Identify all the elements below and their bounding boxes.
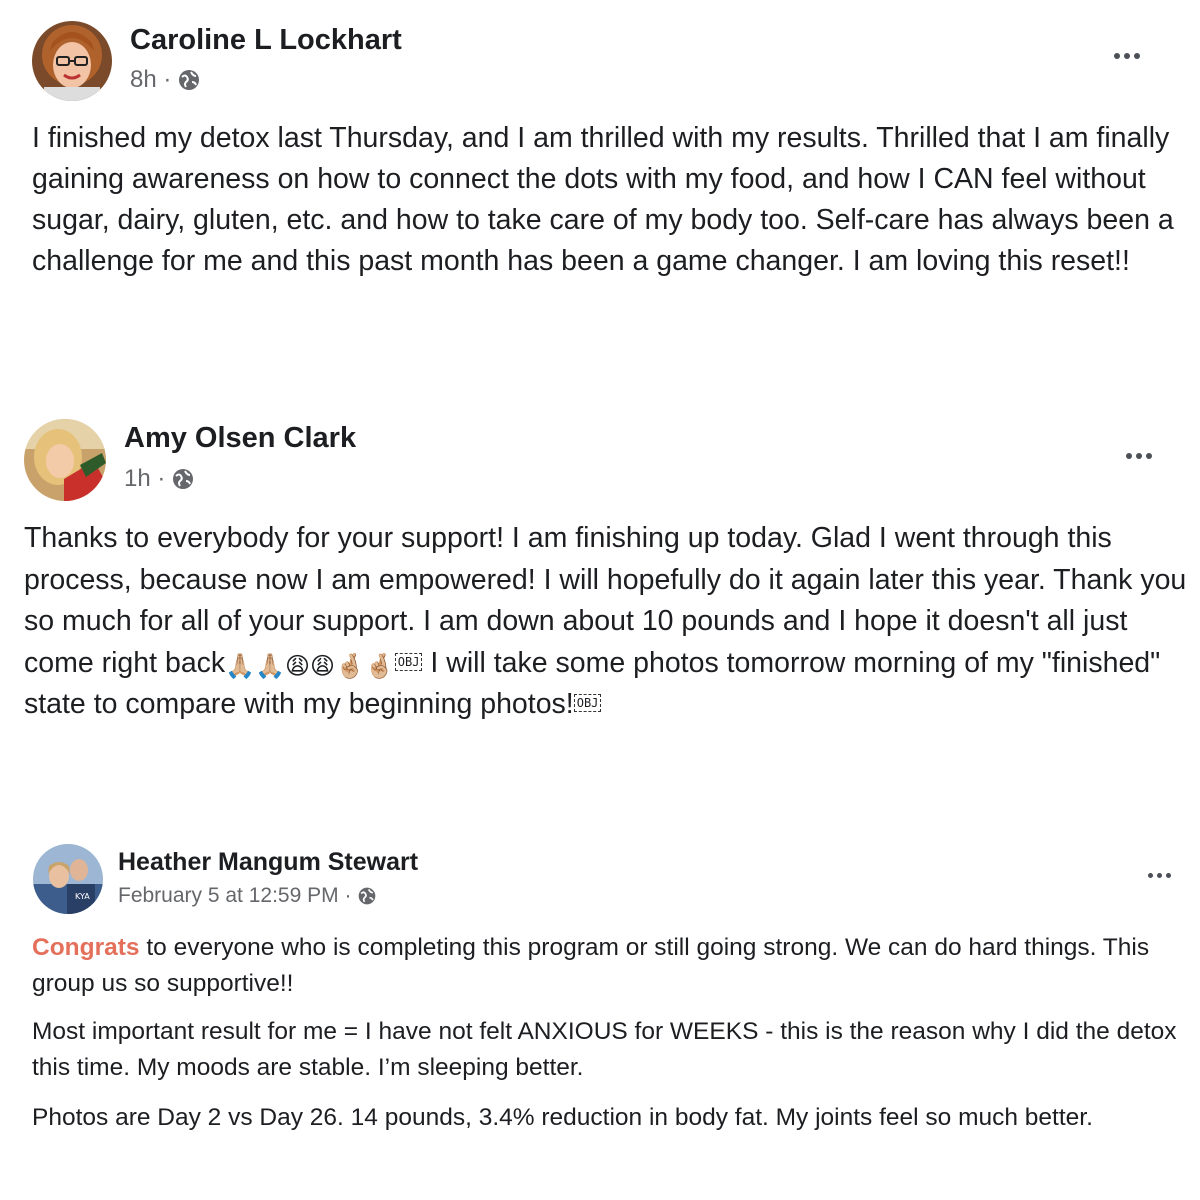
globe-icon[interactable] xyxy=(357,886,377,906)
post-meta: 8h · xyxy=(130,66,201,94)
post-meta: 1h · xyxy=(124,465,195,493)
emoji: 🤞🏼 xyxy=(335,652,365,680)
more-options-icon[interactable] xyxy=(1114,53,1140,59)
svg-text:KYA: KYA xyxy=(75,892,90,901)
meta-separator: · xyxy=(344,884,352,907)
emoji: 🙏🏼 xyxy=(255,652,285,680)
avatar[interactable] xyxy=(24,419,106,501)
post-time[interactable]: 1h xyxy=(124,465,151,493)
author-name[interactable]: Caroline L Lockhart xyxy=(130,24,402,57)
meta-separator: · xyxy=(163,66,172,93)
post-caroline: Caroline L Lockhart 8h · I finished my d… xyxy=(0,0,1200,360)
more-options-icon[interactable] xyxy=(1148,873,1171,878)
globe-icon[interactable] xyxy=(171,467,195,491)
post-body-paragraph: Most important result for me = I have no… xyxy=(32,1018,1177,1081)
post-body: Thanks to everybody for your support! I … xyxy=(24,518,1189,726)
author-name[interactable]: Heather Mangum Stewart xyxy=(118,848,418,877)
post-time[interactable]: 8h xyxy=(130,66,157,94)
emoji: 🙏🏼 xyxy=(225,652,256,680)
post-body-paragraph: Photos are Day 2 vs Day 26. 14 pounds, 3… xyxy=(32,1104,1093,1131)
obj-placeholder-glyph: OBJ xyxy=(573,694,602,712)
post-amy: Amy Olsen Clark 1h · Thanks to everybody… xyxy=(0,400,1200,740)
globe-icon[interactable] xyxy=(177,68,201,92)
post-meta: February 5 at 12:59 PM · xyxy=(118,884,377,908)
avatar[interactable] xyxy=(32,21,112,101)
post-heather: KYA Heather Mangum Stewart February 5 at… xyxy=(0,820,1200,1200)
highlighted-word: Congrats xyxy=(32,934,140,961)
obj-placeholder-glyph: OBJ xyxy=(394,652,423,671)
post-body: I finished my detox last Thursday, and I… xyxy=(32,122,1174,277)
emoji: 🤞🏼 xyxy=(364,652,395,680)
author-name[interactable]: Amy Olsen Clark xyxy=(124,422,356,455)
avatar[interactable]: KYA xyxy=(33,844,103,914)
emoji: 😩 xyxy=(309,652,336,680)
post-body-paragraph: Congrats to everyone who is completing t… xyxy=(32,930,1182,1002)
post-time[interactable]: February 5 at 12:59 PM xyxy=(118,884,339,908)
paragraph-text: to everyone who is completing this progr… xyxy=(32,934,1150,997)
more-options-icon[interactable] xyxy=(1126,453,1152,459)
emoji: 😩 xyxy=(284,652,310,680)
meta-separator: · xyxy=(157,465,166,492)
